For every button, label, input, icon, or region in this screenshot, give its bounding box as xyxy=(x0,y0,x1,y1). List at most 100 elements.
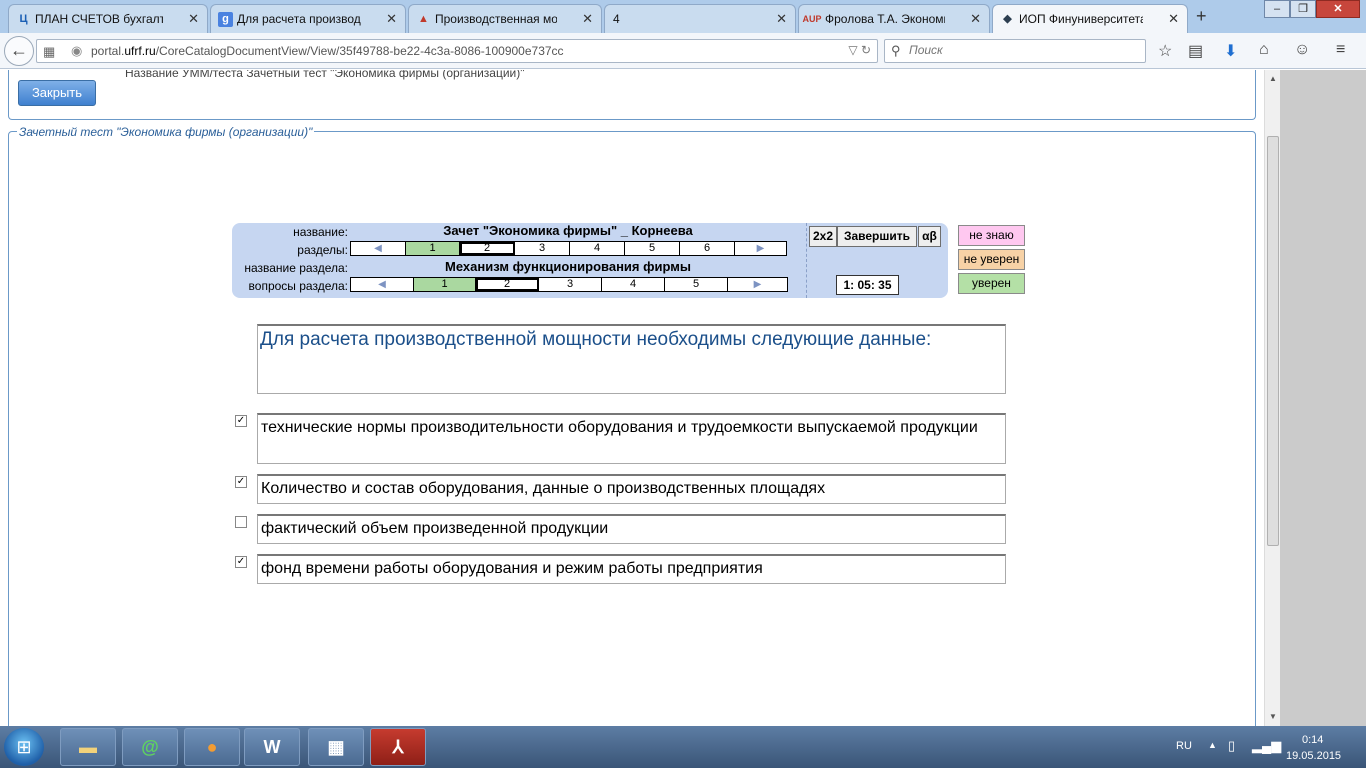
scroll-down-icon[interactable]: ▼ xyxy=(1269,712,1277,721)
section-2[interactable]: 2 xyxy=(460,242,515,255)
timer: 1: 05: 35 xyxy=(836,275,899,295)
answer-3[interactable]: фактический объем произведенной продукци… xyxy=(257,514,1006,544)
menu-icon[interactable]: ≡ xyxy=(1336,41,1345,59)
sections-label: разделы: xyxy=(297,243,348,257)
smiley-icon[interactable]: ☺ xyxy=(1294,41,1310,59)
btn-2x2[interactable]: 2x2 xyxy=(809,226,837,247)
start-icon[interactable]: ⊞ xyxy=(4,728,44,766)
close-icon[interactable]: ✕ xyxy=(1168,11,1179,27)
question-3[interactable]: 3 xyxy=(539,278,602,291)
home-icon[interactable]: ⌂ xyxy=(1259,41,1269,59)
close-icon[interactable]: ✕ xyxy=(386,11,397,27)
clock-date[interactable]: 19.05.2015 xyxy=(1286,750,1341,762)
close-icon[interactable]: ✕ xyxy=(970,11,981,27)
section-name-label: название раздела: xyxy=(244,261,348,275)
tab-favicon: Ц xyxy=(19,13,28,25)
page-scrollbar[interactable]: ▲ ▼ xyxy=(1264,70,1280,726)
btn-alpha-beta[interactable]: αβ xyxy=(918,226,941,247)
minimize-icon[interactable]: – xyxy=(1264,0,1290,18)
material-title: Название УММ/теста Зачетный тест "Эконом… xyxy=(125,70,525,80)
language-indicator[interactable]: RU xyxy=(1176,740,1192,752)
section-5[interactable]: 5 xyxy=(625,242,680,255)
acrobat-icon[interactable]: ⅄ xyxy=(370,728,426,766)
word-icon[interactable]: W xyxy=(244,728,300,766)
page-background xyxy=(1280,70,1366,726)
mail-icon[interactable]: @ xyxy=(122,728,178,766)
test-name: Зачет "Экономика фирмы" _ Корнеева xyxy=(443,223,693,238)
close-icon[interactable]: ✕ xyxy=(582,11,593,27)
tab-plan-schetov[interactable]: Ц ПЛАН СЧЕТОВ бухгалт... ✕ xyxy=(8,4,208,33)
search-bar[interactable]: ⚲ xyxy=(884,39,1146,63)
answer-checkbox-4[interactable]: ✓ xyxy=(235,556,247,568)
answer-checkbox-1[interactable]: ✓ xyxy=(235,415,247,427)
search-icon: ⚲ xyxy=(891,43,901,58)
questions-prev-icon[interactable]: ◀ xyxy=(351,278,414,291)
answer-4[interactable]: фонд времени работы оборудования и режим… xyxy=(257,554,1006,584)
section-1[interactable]: 1 xyxy=(406,242,460,255)
answer-2[interactable]: Количество и состав оборудования, данные… xyxy=(257,474,1006,504)
device-icon[interactable]: ▯ xyxy=(1228,738,1235,754)
sections-strip: ◀ 1 2 3 4 5 6 ▶ xyxy=(350,241,787,256)
answer-checkbox-3[interactable] xyxy=(235,516,247,528)
section-6[interactable]: 6 xyxy=(680,242,735,255)
finish-button[interactable]: Завершить xyxy=(837,226,917,247)
reload-icon[interactable]: ▽ ↻ xyxy=(848,43,871,57)
tab-iop[interactable]: ◆ ИОП Финуниверситета... ✕ xyxy=(992,4,1188,33)
bookmark-star-icon[interactable]: ☆ xyxy=(1158,41,1172,61)
question-2[interactable]: 2 xyxy=(476,278,539,291)
window-close-icon[interactable]: ✕ xyxy=(1316,0,1360,18)
sure-button[interactable]: уверен xyxy=(958,273,1025,294)
divider xyxy=(806,223,807,298)
firefox-icon[interactable]: ● xyxy=(184,728,240,766)
close-icon[interactable]: ✕ xyxy=(776,11,787,27)
tab-favicon: AUP xyxy=(802,14,822,24)
tab-title: 4 xyxy=(613,12,620,26)
questions-next-icon[interactable]: ▶ xyxy=(728,278,787,291)
maximize-icon[interactable]: ❐ xyxy=(1290,0,1316,18)
tab-title: Производственная мо... xyxy=(435,12,557,26)
question-text: Для расчета производственной мощности не… xyxy=(257,324,1006,394)
dont-know-button[interactable]: не знаю xyxy=(958,225,1025,246)
tab-favicon: g xyxy=(218,12,233,27)
answer-checkbox-2[interactable]: ✓ xyxy=(235,476,247,488)
back-icon[interactable]: ← xyxy=(4,36,34,66)
section-3[interactable]: 3 xyxy=(515,242,570,255)
not-sure-button[interactable]: не уверен xyxy=(958,249,1025,270)
section-4[interactable]: 4 xyxy=(570,242,625,255)
explorer-icon[interactable]: ▬ xyxy=(60,728,116,766)
scroll-thumb[interactable] xyxy=(1267,136,1279,546)
clock-time[interactable]: 0:14 xyxy=(1302,734,1323,746)
taskbar: ⊞ ▬ @ ● W ▦ ⅄ RU ▲ ▯ ▂▄▆ 0:14 19.05.2015 xyxy=(0,726,1366,768)
tab-4[interactable]: 4 ✕ xyxy=(604,4,796,33)
test-panel-legend: Зачетный тест "Экономика фирмы (организа… xyxy=(17,125,315,139)
tab-raschet[interactable]: g Для расчета производс... ✕ xyxy=(210,4,406,33)
section-name: Механизм функционирования фирмы xyxy=(445,259,691,274)
url-bar[interactable]: ▦ ◉ portal.ufrf.ru/CoreCatalogDocumentVi… xyxy=(36,39,878,63)
search-input[interactable] xyxy=(909,43,1139,57)
tab-proizvodstvennaya[interactable]: ▲ Производственная мо... ✕ xyxy=(408,4,602,33)
tab-bar: Ц ПЛАН СЧЕТОВ бухгалт... ✕ g Для расчета… xyxy=(0,0,1366,33)
tab-favicon: ◆ xyxy=(1003,13,1012,25)
tab-title: ПЛАН СЧЕТОВ бухгалт... xyxy=(35,12,163,26)
tab-favicon: ▲ xyxy=(418,13,429,25)
sections-next-icon[interactable]: ▶ xyxy=(735,242,786,255)
questions-label: вопросы раздела: xyxy=(248,279,348,293)
answer-1[interactable]: технические нормы производительности обо… xyxy=(257,413,1006,464)
tray-expand-icon[interactable]: ▲ xyxy=(1208,740,1217,750)
reading-list-icon[interactable]: ▤ xyxy=(1188,41,1203,61)
question-4[interactable]: 4 xyxy=(602,278,665,291)
signal-icon[interactable]: ▂▄▆ xyxy=(1252,738,1281,754)
tab-title: ИОП Финуниверситета... xyxy=(1019,12,1143,26)
scroll-up-icon[interactable]: ▲ xyxy=(1269,74,1277,83)
question-1[interactable]: 1 xyxy=(414,278,476,291)
new-tab-icon[interactable]: + xyxy=(1196,6,1207,27)
question-5[interactable]: 5 xyxy=(665,278,728,291)
download-icon[interactable]: ⬇ xyxy=(1224,41,1237,61)
grid-icon[interactable]: ▦ xyxy=(43,44,55,60)
close-button[interactable]: Закрыть xyxy=(18,80,96,106)
close-icon[interactable]: ✕ xyxy=(188,11,199,27)
calculator-icon[interactable]: ▦ xyxy=(308,728,364,766)
tab-frolova[interactable]: AUP Фролова Т.А. Экономи... ✕ xyxy=(798,4,990,33)
sections-prev-icon[interactable]: ◀ xyxy=(351,242,406,255)
name-label: название: xyxy=(293,225,348,239)
